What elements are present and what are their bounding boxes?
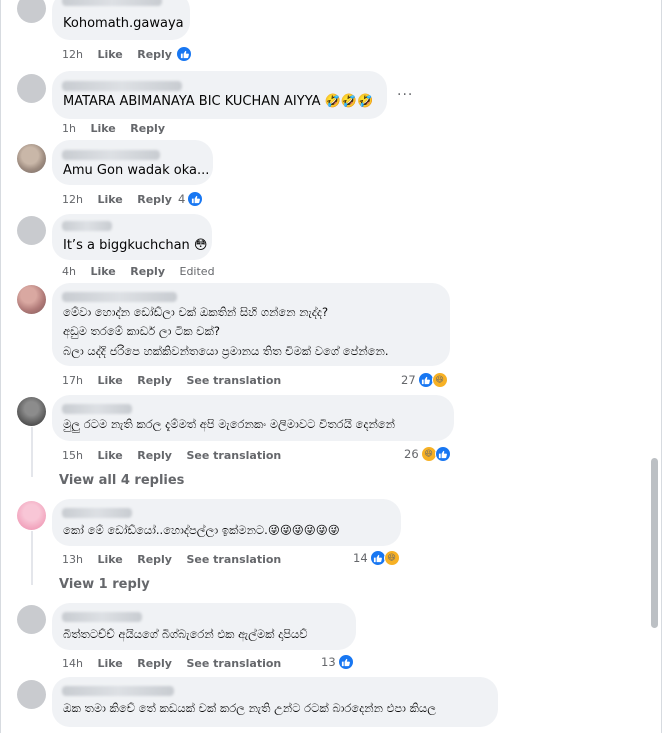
comment-text: Kohomath.gawaya: [63, 16, 184, 31]
comment-actions: 1h Like Reply: [62, 122, 176, 135]
comment-text: MATARA ABIMANAYA BIC KUCHAN AIYYA 🤣🤣🤣: [63, 94, 374, 109]
comment-bubble: Amu Gon wadak oka...: [52, 140, 213, 185]
commenter-name[interactable]: [62, 292, 177, 302]
commenter-name[interactable]: [62, 404, 132, 414]
like-button[interactable]: Like: [97, 374, 122, 387]
reply-button[interactable]: Reply: [137, 193, 172, 206]
comment-actions: 12h Like Reply: [62, 48, 183, 61]
reaction-count: 13: [321, 655, 336, 669]
like-button[interactable]: Like: [97, 657, 122, 670]
avatar[interactable]: [17, 74, 46, 103]
commenter-name[interactable]: [62, 508, 132, 518]
see-translation-link[interactable]: See translation: [186, 553, 281, 566]
commenter-name[interactable]: [62, 686, 174, 696]
reaction-count: 27: [401, 373, 416, 387]
reply-button[interactable]: Reply: [137, 657, 172, 670]
reaction-count: 4: [178, 192, 186, 206]
reply-button[interactable]: Reply: [130, 122, 165, 135]
reply-button[interactable]: Reply: [137, 449, 172, 462]
like-button[interactable]: Like: [90, 265, 115, 278]
avatar[interactable]: [17, 501, 46, 530]
comment-bubble: Kohomath.gawaya: [52, 0, 190, 40]
scrollbar[interactable]: [651, 458, 658, 628]
reply-button[interactable]: Reply: [137, 374, 172, 387]
comment-text: Amu Gon wadak oka...: [63, 163, 210, 178]
avatar[interactable]: [17, 397, 46, 426]
see-translation-link[interactable]: See translation: [186, 657, 281, 670]
reaction-count: 14: [353, 551, 368, 565]
avatar[interactable]: [17, 605, 46, 634]
reply-thread-line: [31, 427, 33, 477]
comment-time[interactable]: 17h: [62, 374, 83, 387]
reaction-summary[interactable]: [176, 46, 194, 62]
comment-bubble: මේවා හොද්න ඩෝඩ්ලා චක් ඔකතින් සිහි ගන්නෙ …: [52, 283, 450, 366]
like-button[interactable]: Like: [97, 449, 122, 462]
comment-text: ඔක තමා කිචේ තේ කඩයක් චක් කරල නැති උන්ට ර…: [63, 701, 436, 715]
commenter-name[interactable]: [62, 81, 182, 91]
reaction-summary[interactable]: 4: [178, 191, 204, 207]
commenter-name[interactable]: [62, 150, 160, 160]
like-icon: [176, 46, 192, 62]
more-options-icon[interactable]: ···: [397, 87, 413, 103]
commenter-name[interactable]: [62, 0, 162, 6]
reaction-count: 26: [404, 447, 419, 461]
haha-icon: 😆: [383, 550, 400, 566]
comment-bubble: ඔක තමා කිචේ තේ කඩයක් චක් කරල නැති උන්ට ර…: [52, 677, 498, 727]
reaction-summary[interactable]: 13: [321, 654, 354, 670]
view-replies-link[interactable]: View all 4 replies: [59, 473, 184, 488]
like-icon: [187, 191, 204, 207]
comment-time[interactable]: 13h: [62, 553, 83, 566]
like-icon: [337, 654, 354, 670]
comment-time[interactable]: 12h: [62, 48, 83, 61]
like-button[interactable]: Like: [90, 122, 115, 135]
like-icon: [434, 446, 451, 462]
comment-text: කෝ මේ ඩෝඩ්යෝ..හොද්පල්ලා ඉක්මනට.😜😜😜😜😜😜: [63, 523, 340, 537]
avatar[interactable]: [17, 285, 46, 314]
reply-button[interactable]: Reply: [130, 265, 165, 278]
comment-line: මේවා හොද්න ඩෝඩ්ලා චක් ඔකතින් සිහි ගන්නෙ …: [63, 305, 329, 319]
see-translation-link[interactable]: See translation: [186, 374, 281, 387]
comment-time[interactable]: 4h: [62, 265, 76, 278]
comment-time[interactable]: 15h: [62, 449, 83, 462]
avatar[interactable]: [17, 680, 46, 709]
reply-button[interactable]: Reply: [137, 48, 172, 61]
reaction-summary[interactable]: 26 😆: [404, 446, 451, 462]
comment-text: It’s a biggkuchchan 😳: [63, 238, 208, 253]
reply-button[interactable]: Reply: [137, 553, 172, 566]
comment-actions: 12h Like Reply: [62, 193, 183, 206]
see-translation-link[interactable]: See translation: [186, 449, 281, 462]
comment-time[interactable]: 12h: [62, 193, 83, 206]
comment-actions: 14h Like Reply See translation: [62, 657, 292, 670]
comment-line: අඩුම තරමේ කාඩර් ලා ටික චක්?: [63, 324, 220, 338]
commenter-name[interactable]: [62, 612, 142, 622]
comment-actions: 13h Like Reply See translation: [62, 553, 292, 566]
like-button[interactable]: Like: [97, 553, 122, 566]
comment-bubble: It’s a biggkuchchan 😳: [52, 214, 212, 260]
comment-actions: 4h Like Reply Edited: [62, 265, 226, 278]
comment-line: බලා යද්දි ජරිපෙ හක්කිවන්තයො ප්‍රමානය තිත…: [63, 344, 389, 358]
view-replies-link[interactable]: View 1 reply: [59, 577, 150, 592]
reaction-summary[interactable]: 14 😆: [353, 550, 400, 566]
comment-bubble: MATARA ABIMANAYA BIC KUCHAN AIYYA 🤣🤣🤣: [52, 71, 387, 119]
reply-thread-line: [31, 531, 33, 585]
haha-icon: 😆: [431, 372, 448, 388]
avatar[interactable]: [17, 144, 46, 173]
comment-bubble: බිත්තටච්ච් අයියගේ බිග්බැරෙන් එක ඇල්මක් ද…: [52, 603, 356, 650]
comment-time[interactable]: 14h: [62, 657, 83, 670]
comment-text: මුලු රටම නැති කරල දැම්මත් අපි මැරෙනකං මල…: [63, 417, 395, 431]
comment-bubble: කෝ මේ ඩෝඩ්යෝ..හොද්පල්ලා ඉක්මනට.😜😜😜😜😜😜: [52, 499, 401, 546]
comment-time[interactable]: 1h: [62, 122, 76, 135]
like-button[interactable]: Like: [97, 193, 122, 206]
avatar[interactable]: [17, 216, 46, 245]
reaction-summary[interactable]: 27 😆: [401, 372, 448, 388]
comment-actions: 17h Like Reply See translation: [62, 374, 292, 387]
commenter-name[interactable]: [62, 221, 112, 231]
edited-label: Edited: [179, 265, 215, 278]
comment-text: බිත්තටච්ච් අයියගේ බිග්බැරෙන් එක ඇල්මක් ද…: [63, 627, 308, 641]
like-button[interactable]: Like: [97, 48, 122, 61]
comment-bubble: මුලු රටම නැති කරල දැම්මත් අපි මැරෙනකං මල…: [52, 395, 454, 441]
comment-actions: 15h Like Reply See translation: [62, 449, 292, 462]
